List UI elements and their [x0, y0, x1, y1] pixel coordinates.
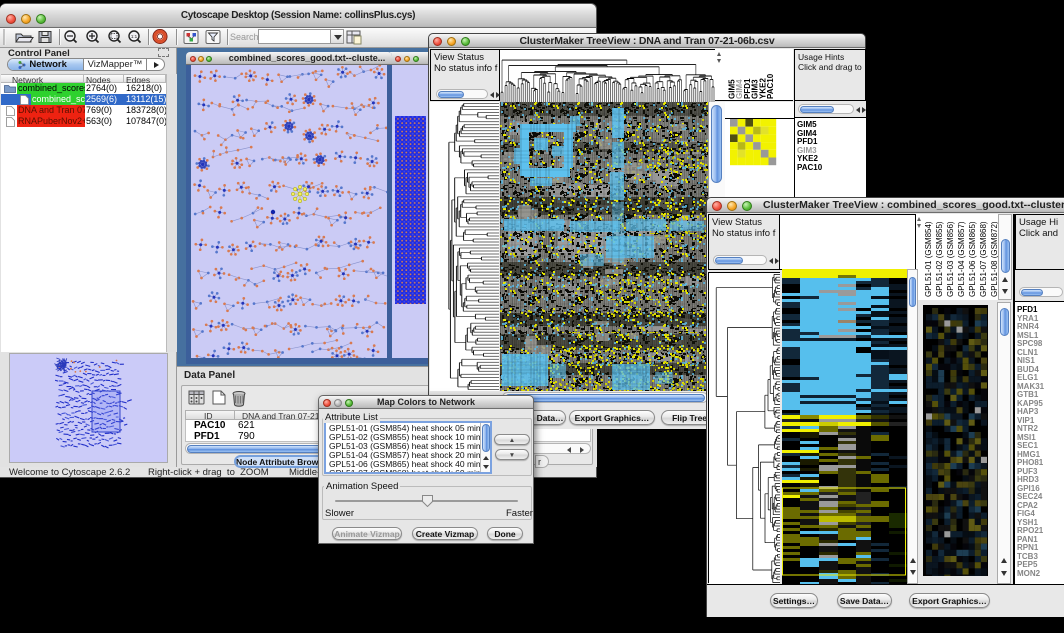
- svg-text:GPL51-04 (GSM857): GPL51-04 (GSM857): [957, 221, 966, 297]
- svg-text:GPL51-07 (GSM868): GPL51-07 (GSM868): [979, 221, 988, 297]
- svg-text:GPL51-08 (GSM872): GPL51-08 (GSM872): [990, 221, 998, 297]
- svg-text:GPL51-01 (GSM854): GPL51-01 (GSM854): [924, 221, 933, 297]
- svg-text:GPL51-06 (GSM865): GPL51-06 (GSM865): [968, 221, 977, 297]
- svg-text:GPL51-03 (GSM856): GPL51-03 (GSM856): [946, 221, 955, 297]
- svg-text:PAC10: PAC10: [766, 73, 775, 99]
- svg-text:GPL51-02 (GSM855): GPL51-02 (GSM855): [935, 221, 944, 297]
- svg-text:1:1: 1:1: [131, 34, 138, 39]
